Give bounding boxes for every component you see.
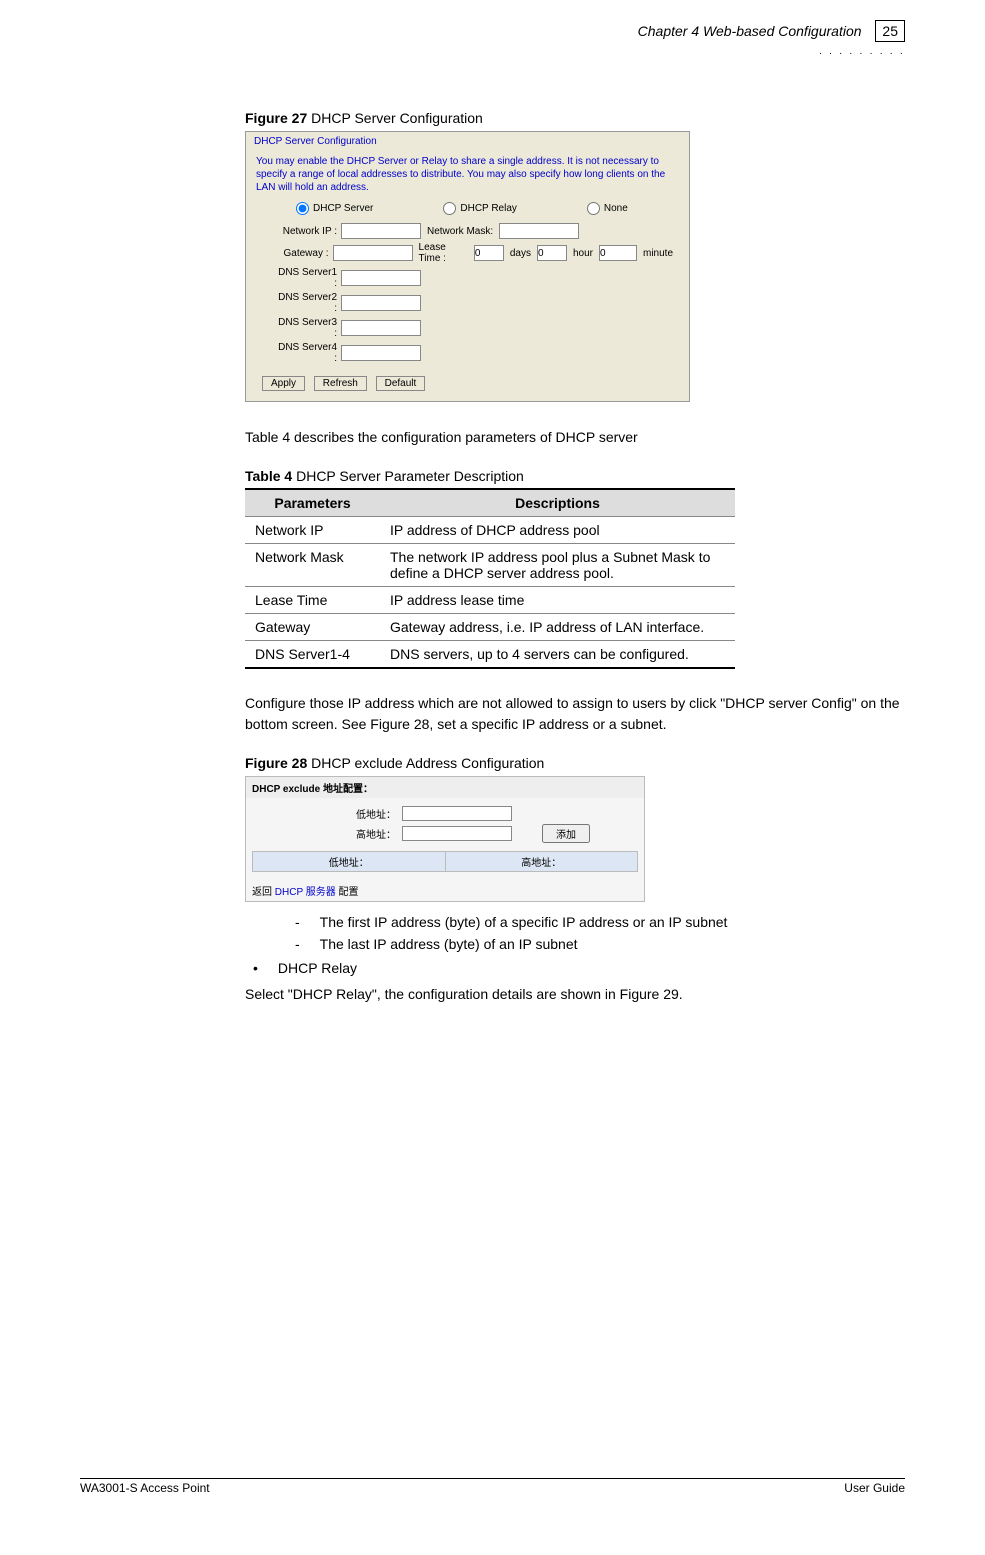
refresh-button[interactable]: Refresh — [314, 376, 367, 391]
paragraph-fig28-intro: Configure those IP address which are not… — [245, 693, 900, 735]
chapter-title: Chapter 4 Web-based Configuration — [638, 23, 862, 39]
dns1-input[interactable] — [341, 270, 421, 286]
fig27-description: You may enable the DHCP Server or Relay … — [256, 155, 679, 194]
page-footer: WA3001-S Access Point User Guide — [80, 1478, 905, 1495]
table-row: Network IPIP address of DHCP address poo… — [245, 517, 735, 544]
radio-dhcp-relay-input[interactable] — [443, 202, 456, 215]
dns1-label: DNS Server1 : — [276, 267, 341, 289]
th-descriptions: Descriptions — [380, 489, 735, 517]
network-mask-label: Network Mask: — [421, 226, 499, 237]
default-button[interactable]: Default — [376, 376, 426, 391]
low-addr-label: 低地址： — [252, 806, 402, 821]
fig28-return-link[interactable]: 返回 DHCP 服务器 配置 — [246, 880, 644, 901]
high-addr-input[interactable] — [402, 826, 512, 841]
dash-item-first-ip: The first IP address (byte) of a specifi… — [295, 914, 900, 930]
network-ip-input[interactable] — [341, 223, 421, 239]
radio-dhcp-server-input[interactable] — [296, 202, 309, 215]
figure28-screenshot: DHCP exclude 地址配置： 低地址： 高地址：添加 低地址：高地址： … — [245, 776, 645, 902]
lease-days-input[interactable] — [474, 245, 504, 261]
figure28-caption: Figure 28 DHCP exclude Address Configura… — [245, 755, 900, 771]
dns3-input[interactable] — [341, 320, 421, 336]
table-row: Lease TimeIP address lease time — [245, 587, 735, 614]
th-parameters: Parameters — [245, 489, 380, 517]
dns3-label: DNS Server3 : — [276, 317, 341, 339]
table4: Parameters Descriptions Network IPIP add… — [245, 488, 735, 669]
figure27-screenshot: DHCP Server Configuration You may enable… — [245, 131, 690, 402]
fig28-title: DHCP exclude 地址配置： — [246, 777, 644, 798]
table4-caption: Table 4 DHCP Server Parameter Descriptio… — [245, 468, 900, 484]
dns4-input[interactable] — [341, 345, 421, 361]
fig27-box-title: DHCP Server Configuration — [246, 132, 689, 149]
radio-dhcp-server[interactable]: DHCP Server — [296, 202, 373, 215]
page-header: Chapter 4 Web-based Configuration 25 — [80, 20, 905, 42]
fig28-th-high: 高地址： — [445, 852, 638, 872]
footer-left: WA3001-S Access Point — [80, 1481, 210, 1495]
fig28-th-low: 低地址： — [253, 852, 446, 872]
gateway-label: Gateway : — [276, 248, 333, 259]
high-addr-label: 高地址： — [252, 826, 402, 841]
radio-dhcp-relay[interactable]: DHCP Relay — [443, 202, 517, 215]
table-row: GatewayGateway address, i.e. IP address … — [245, 614, 735, 641]
table-row: Network MaskThe network IP address pool … — [245, 544, 735, 587]
bullet-dhcp-relay: DHCP Relay — [253, 960, 900, 976]
paragraph-dhcp-relay: Select "DHCP Relay", the configuration d… — [245, 984, 900, 1005]
table-header-row: Parameters Descriptions — [245, 489, 735, 517]
fig28-table: 低地址：高地址： — [252, 851, 638, 872]
apply-button[interactable]: Apply — [262, 376, 305, 391]
dns4-label: DNS Server4 : — [276, 342, 341, 364]
days-label: days — [504, 248, 537, 259]
footer-right: User Guide — [844, 1481, 905, 1495]
add-button[interactable]: 添加 — [542, 824, 590, 843]
dns2-input[interactable] — [341, 295, 421, 311]
page-number: 25 — [875, 20, 905, 42]
figure27-caption: Figure 27 DHCP Server Configuration — [245, 110, 900, 126]
header-decoration: · · · · · · · · · — [819, 48, 905, 59]
table-row: DNS Server1-4DNS servers, up to 4 server… — [245, 641, 735, 669]
dash-item-last-ip: The last IP address (byte) of an IP subn… — [295, 936, 900, 952]
lease-time-label: Lease Time : — [413, 242, 474, 264]
radio-none[interactable]: None — [587, 202, 628, 215]
lease-hours-input[interactable] — [537, 245, 567, 261]
dns2-label: DNS Server2 : — [276, 292, 341, 314]
lease-min-input[interactable] — [599, 245, 637, 261]
network-mask-input[interactable] — [499, 223, 579, 239]
radio-none-input[interactable] — [587, 202, 600, 215]
gateway-input[interactable] — [333, 245, 413, 261]
hour-label: hour — [567, 248, 599, 259]
network-ip-label: Network IP : — [276, 226, 341, 237]
low-addr-input[interactable] — [402, 806, 512, 821]
minute-label: minute — [637, 248, 679, 259]
paragraph-table4-intro: Table 4 describes the configuration para… — [245, 427, 900, 448]
